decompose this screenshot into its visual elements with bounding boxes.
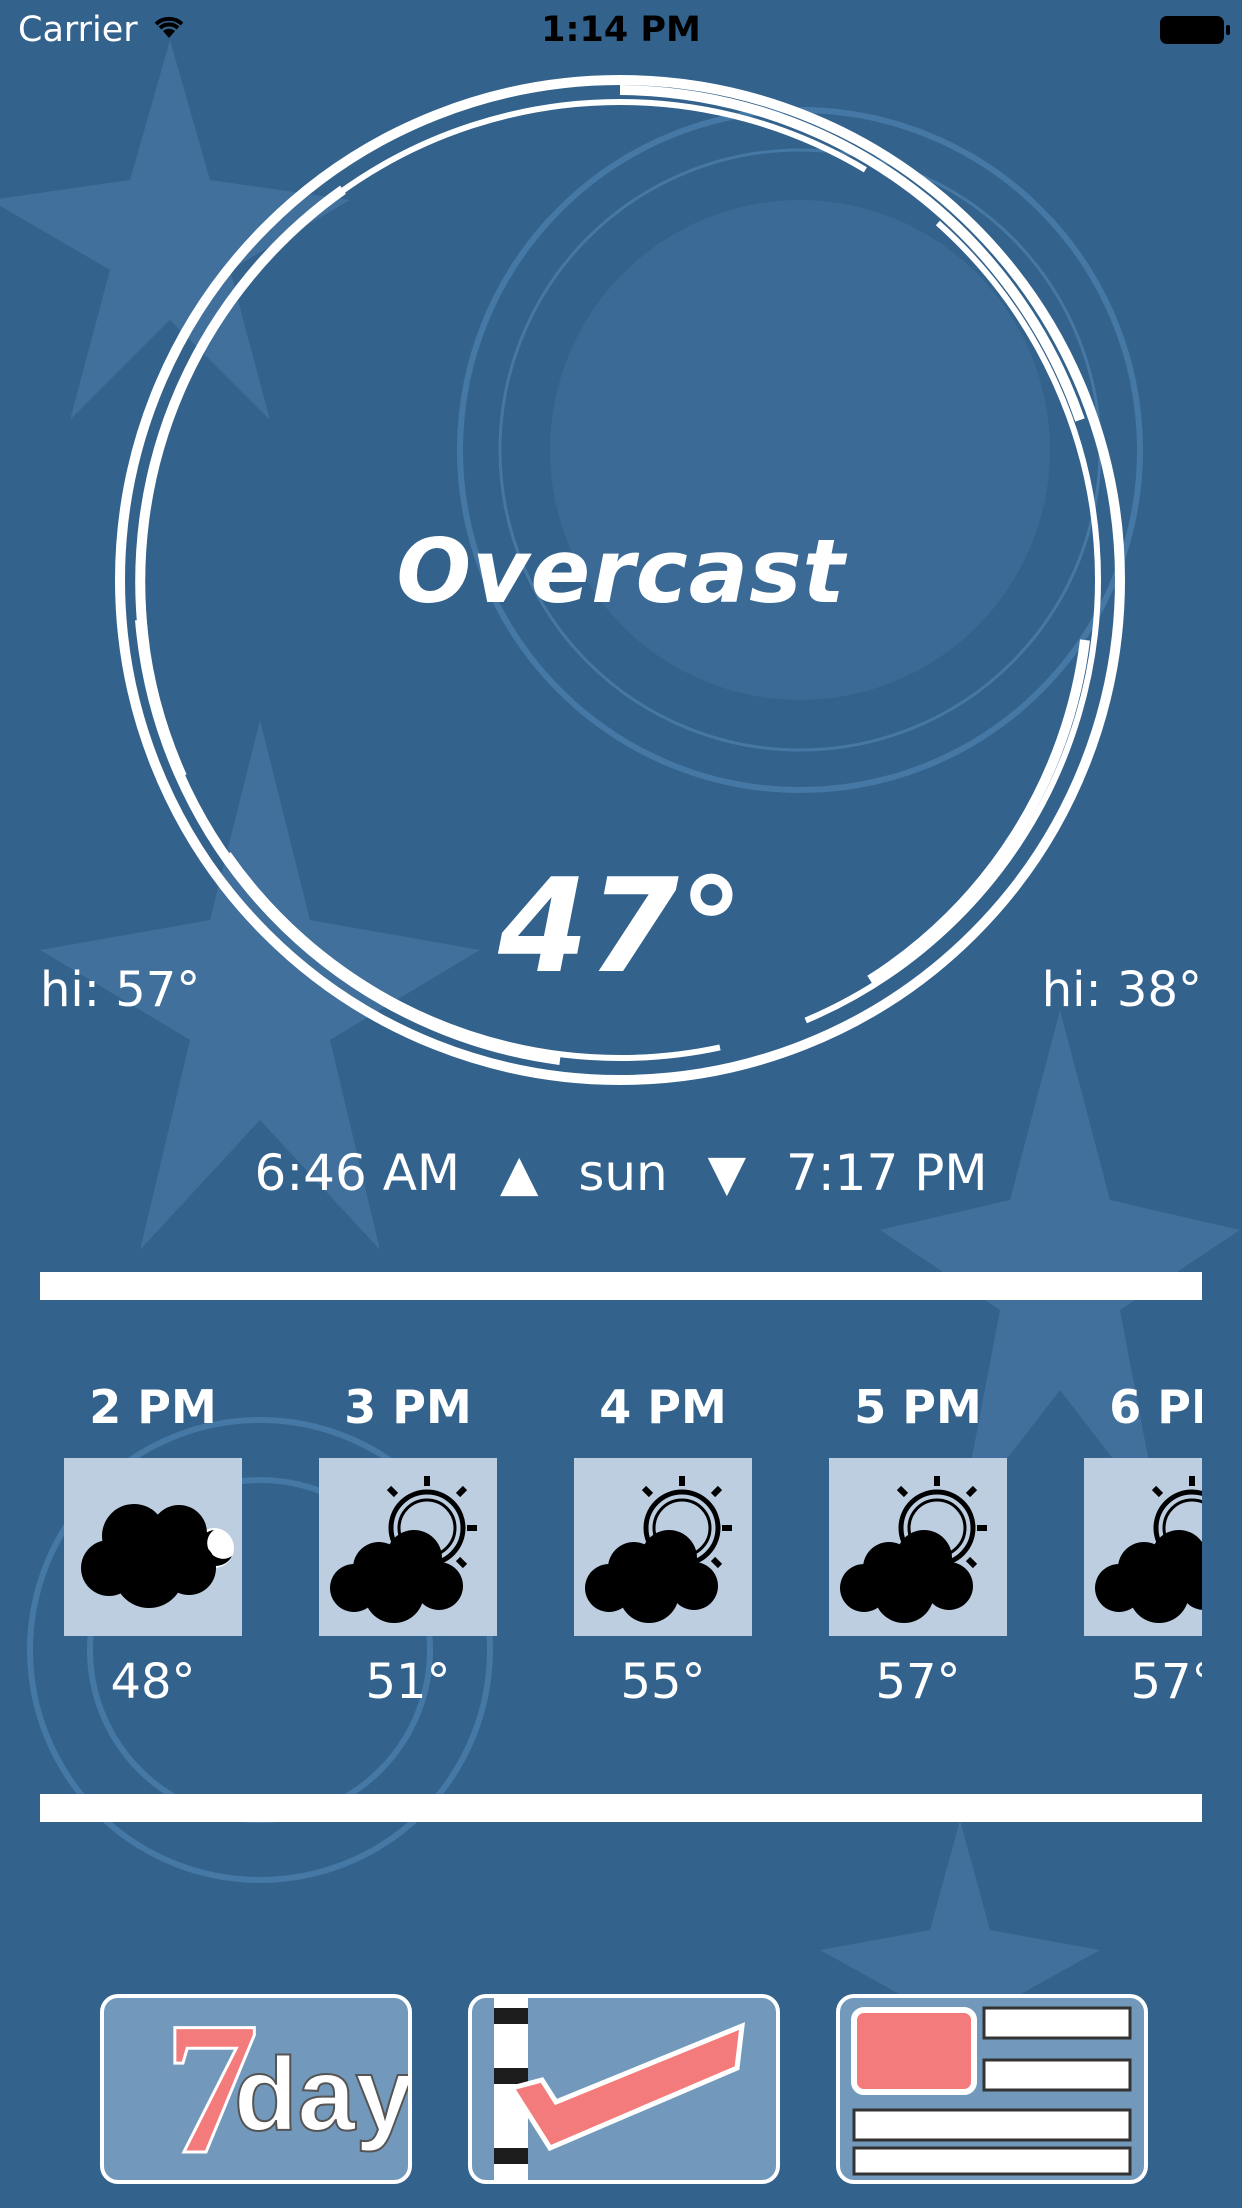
hour-temp: 51° [365,1654,451,1710]
hour-time: 6 PM [1109,1380,1202,1434]
partly-cloudy-icon [319,1458,497,1636]
checkmark-button[interactable] [468,1994,780,2184]
hour-temp: 48° [110,1654,196,1710]
hour-item[interactable]: 3 PM 51° [319,1380,497,1710]
hour-item[interactable]: 5 PM 57° [829,1380,1007,1710]
partly-cloudy-icon [829,1458,1007,1636]
seven-day-button[interactable]: 7 day [100,1994,412,2184]
hour-temp: 57° [1130,1654,1202,1710]
sun-label: sun [578,1144,668,1202]
sunrise-time: 6:46 AM [254,1144,461,1202]
hour-time: 3 PM [344,1380,472,1434]
list-view-button[interactable] [836,1994,1148,2184]
status-bar: Carrier 1:14 PM [0,0,1242,62]
hour-item[interactable]: 2 PM 48° [64,1380,242,1710]
list-icon [851,2006,1132,2176]
high-temp-left: hi: 57° [40,962,201,1018]
battery-icon [1160,16,1230,44]
hour-time: 2 PM [89,1380,217,1434]
hour-time: 5 PM [854,1380,982,1434]
cloudy-night-icon [64,1458,242,1636]
hour-temp: 57° [875,1654,961,1710]
condition-label: Overcast [396,520,846,623]
status-time: 1:14 PM [541,10,701,50]
checkmark-icon [494,1998,745,2180]
sun-times-row: 6:46 AM ▲ sun ▼ 7:17 PM [0,1144,1242,1202]
sunset-arrow-icon: ▼ [707,1144,747,1202]
hourly-forecast[interactable]: 2 PM 48° 3 PM 51° 4 PM 55° 5 PM 57° 6 P … [40,1380,1202,1710]
seven-day-word: day [233,2036,412,2154]
top-divider [40,1272,1202,1300]
partly-cloudy-icon [1084,1458,1202,1636]
hour-item[interactable]: 6 PM 57° [1084,1380,1202,1710]
hour-time: 4 PM [599,1380,727,1434]
sunrise-arrow-icon: ▲ [499,1144,539,1202]
hour-temp: 55° [620,1654,706,1710]
partly-cloudy-icon [574,1458,752,1636]
hour-item[interactable]: 4 PM 55° [574,1380,752,1710]
sunset-time: 7:17 PM [786,1144,988,1202]
bottom-divider [40,1794,1202,1822]
high-temp-right: hi: 38° [1041,962,1202,1018]
